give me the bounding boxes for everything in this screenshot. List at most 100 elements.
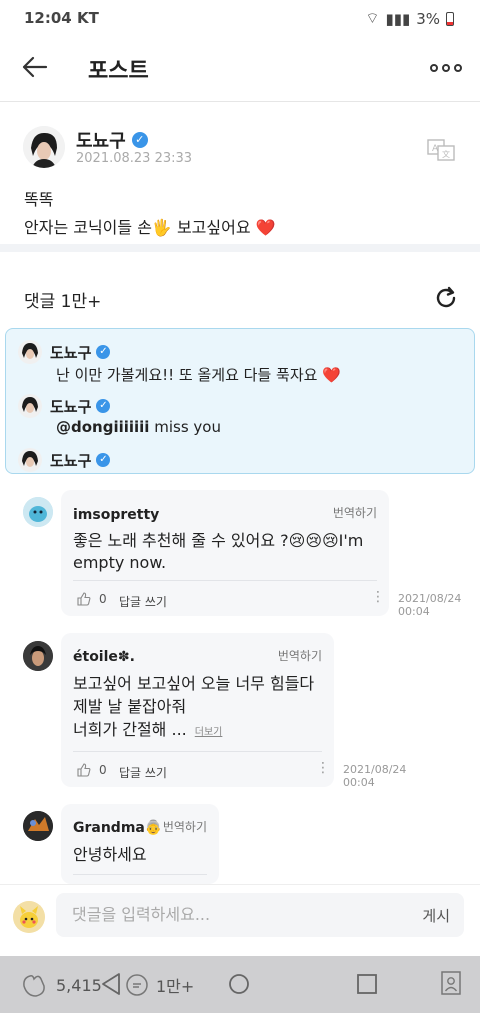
comments-count-title: 댓글 1만+ xyxy=(24,292,102,312)
my-avatar[interactable] xyxy=(13,901,45,933)
post-date: 2021.08.23 23:33 xyxy=(76,151,193,166)
wifi-icon: ⌔ xyxy=(365,9,380,27)
more-dot-icon xyxy=(442,64,450,72)
verified-badge-icon: ✓ xyxy=(96,453,111,467)
artist-comment-header: 도뇨구 ✓ xyxy=(18,340,111,364)
svg-text:文: 文 xyxy=(442,149,450,159)
post-author[interactable]: 도뇨구 ✓ xyxy=(76,127,148,153)
comment-text-line: 안녕하세요 xyxy=(73,845,147,864)
comment-count-button[interactable]: 1만+ xyxy=(124,972,194,998)
post-like-count: 5,415 xyxy=(56,975,102,995)
author-name: 도뇨구 xyxy=(76,131,126,152)
artist-comment-text: 난 이만 가볼게요!! 또 올게요 다들 푹자요 ❤️ xyxy=(56,366,341,384)
back-arrow-icon[interactable] xyxy=(20,52,50,82)
mention-link[interactable]: @dongiiiiiii xyxy=(56,418,149,436)
verified-badge-icon: ✓ xyxy=(96,345,111,359)
more-dot-icon xyxy=(454,64,462,72)
artist-name-row: 도뇨구 ✓ xyxy=(50,342,111,363)
status-bar: 12:04 KT ⌔ ▮▮▮ 3% xyxy=(0,0,480,36)
nav-back-icon[interactable] xyxy=(100,972,122,996)
artist-name-row: 도뇨구 ✓ xyxy=(50,450,111,471)
like-button[interactable]: 0 xyxy=(77,592,107,606)
section-divider xyxy=(0,244,480,252)
artist-name-row: 도뇨구 ✓ xyxy=(50,396,111,417)
comment-username[interactable]: imsopretty xyxy=(73,507,159,523)
bottom-action-bar: 5,415 1만+ xyxy=(0,956,480,1013)
translate-icon[interactable]: A 文 xyxy=(426,138,456,162)
clap-like-icon xyxy=(23,975,45,997)
verified-badge-icon: ✓ xyxy=(96,399,111,413)
status-time: 12:04 KT xyxy=(24,9,99,27)
author-avatar[interactable] xyxy=(23,126,65,168)
artist-comment-body: miss you xyxy=(149,418,221,436)
nav-home-icon[interactable] xyxy=(228,973,250,995)
more-options-button[interactable] xyxy=(430,64,462,72)
commenter-avatar[interactable] xyxy=(23,641,53,671)
comment-text-line: 제발 날 붙잡아줘 xyxy=(73,697,187,716)
comment-text-line: 좋은 노래 추천해 줄 수 있어요 ?😢😢😢I'm xyxy=(73,531,364,550)
translate-link[interactable]: 번역하기 xyxy=(333,504,377,521)
commenter-avatar[interactable] xyxy=(23,497,53,527)
comment-separator xyxy=(73,874,207,875)
artist-comment-text: @dongiiiiiii miss you xyxy=(56,418,221,436)
like-count: 0 xyxy=(99,763,107,777)
comment-bubble-icon xyxy=(126,974,148,996)
translate-link[interactable]: 번역하기 xyxy=(163,818,207,835)
comment-input-bar: 게시 xyxy=(0,884,480,948)
nav-recents-icon[interactable] xyxy=(356,973,378,995)
svg-text:A: A xyxy=(432,144,439,154)
artist-avatar xyxy=(18,340,42,364)
commenter-avatar[interactable] xyxy=(23,811,53,841)
like-count: 0 xyxy=(99,592,107,606)
comment-card: imsopretty 번역하기 좋은 노래 추천해 줄 수 있어요 ?😢😢😢I'… xyxy=(61,490,389,616)
more-dot-icon xyxy=(430,64,438,72)
kebab-menu-icon[interactable]: ⋮ xyxy=(371,590,385,604)
thumbs-up-icon xyxy=(77,763,91,777)
like-count-button[interactable]: 5,415 xyxy=(20,972,102,998)
status-icons: ⌔ ▮▮▮ 3% xyxy=(365,9,454,28)
comment-username[interactable]: Grandma👵 xyxy=(73,820,162,836)
comment-card: Grandma👵 번역하기 안녕하세요 xyxy=(61,804,219,884)
comment-text-line: 너희가 간절해 ... 더보기 xyxy=(73,719,222,744)
comment-time: 00:04 xyxy=(343,776,375,789)
comment-input[interactable] xyxy=(72,905,392,924)
comment-username[interactable]: étoile✽. xyxy=(73,649,135,665)
page-title: 포스트 xyxy=(88,59,149,84)
like-button[interactable]: 0 xyxy=(77,763,107,777)
battery-icon xyxy=(446,11,454,26)
verified-badge-icon: ✓ xyxy=(131,132,148,148)
refresh-icon[interactable] xyxy=(432,284,460,312)
comment-input-box[interactable]: 게시 xyxy=(56,893,464,937)
reply-button[interactable]: 답글 쓰기 xyxy=(119,593,167,610)
post-comment-button[interactable]: 게시 xyxy=(422,905,450,926)
artist-comment-header: 도뇨구 ✓ xyxy=(18,394,111,418)
post-text-line: 안자는 코닉이들 손🖐 보고싶어요 ❤️ xyxy=(24,218,276,237)
battery-level: 3% xyxy=(416,9,440,28)
thumbs-up-icon xyxy=(77,592,91,606)
reply-button[interactable]: 답글 쓰기 xyxy=(119,764,167,781)
comment-time: 00:04 xyxy=(398,605,430,618)
comment-date: 2021/08/24 xyxy=(343,763,407,776)
profile-card-icon[interactable] xyxy=(440,970,462,996)
artist-avatar xyxy=(18,394,42,418)
comment-card: étoile✽. 번역하기 보고싶어 보고싶어 오늘 너무 힘들다 제발 날 붙… xyxy=(61,633,334,787)
comment-separator xyxy=(73,580,377,581)
comment-text-truncated: 너희가 간절해 ... xyxy=(73,720,187,739)
comment-text-line: 보고싶어 보고싶어 오늘 너무 힘들다 xyxy=(73,674,315,693)
artist-avatar xyxy=(18,448,42,472)
artist-name: 도뇨구 xyxy=(50,343,92,362)
translate-link[interactable]: 번역하기 xyxy=(278,647,322,664)
kebab-menu-icon[interactable]: ⋮ xyxy=(316,761,330,775)
comment-date: 2021/08/24 xyxy=(398,592,462,605)
artist-name: 도뇨구 xyxy=(50,397,92,416)
artist-comments-box[interactable]: 도뇨구 ✓ 난 이만 가볼게요!! 또 올게요 다들 푹자요 ❤️ 도뇨구 ✓ … xyxy=(5,328,475,474)
signal-icon: ▮▮▮ xyxy=(385,9,411,28)
read-more-link[interactable]: 더보기 xyxy=(195,727,223,738)
comment-separator xyxy=(73,751,322,752)
post-text-line: 똑똑 xyxy=(24,190,54,209)
artist-comment-header: 도뇨구 ✓ xyxy=(18,448,111,472)
top-app-bar: 포스트 xyxy=(0,36,480,102)
post-comment-count: 1만+ xyxy=(156,977,195,996)
artist-name: 도뇨구 xyxy=(50,451,92,470)
comment-text-line: empty now. xyxy=(73,553,167,572)
